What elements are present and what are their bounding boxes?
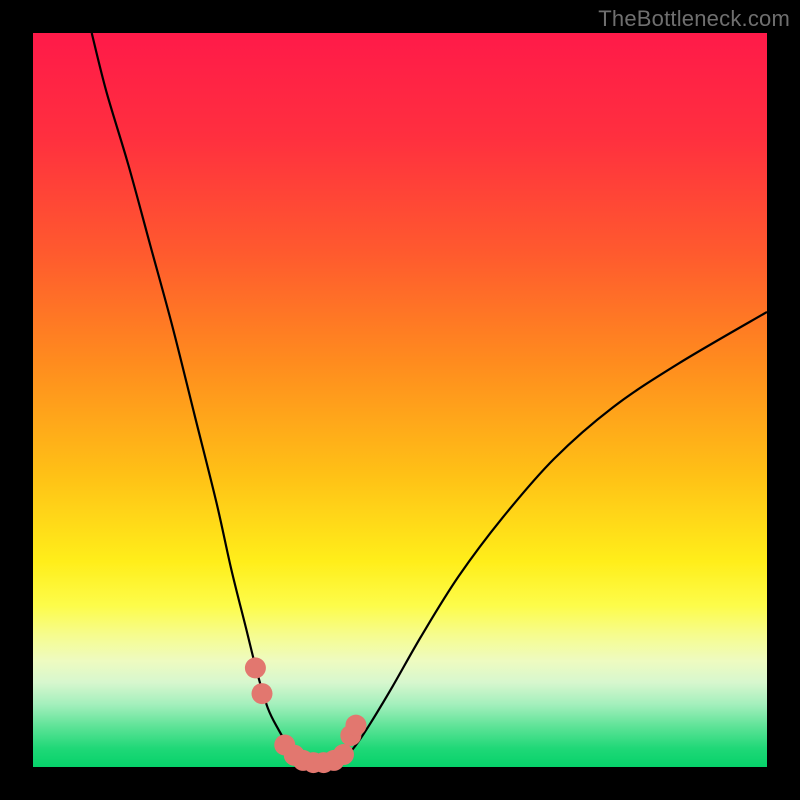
marker-point: [245, 657, 266, 678]
gradient-background: [33, 33, 767, 767]
marker-point: [252, 683, 273, 704]
marker-point: [333, 744, 354, 765]
watermark-text: TheBottleneck.com: [598, 6, 790, 32]
chart-frame: TheBottleneck.com: [0, 0, 800, 800]
bottleneck-chart: [0, 0, 800, 800]
marker-point: [345, 715, 366, 736]
